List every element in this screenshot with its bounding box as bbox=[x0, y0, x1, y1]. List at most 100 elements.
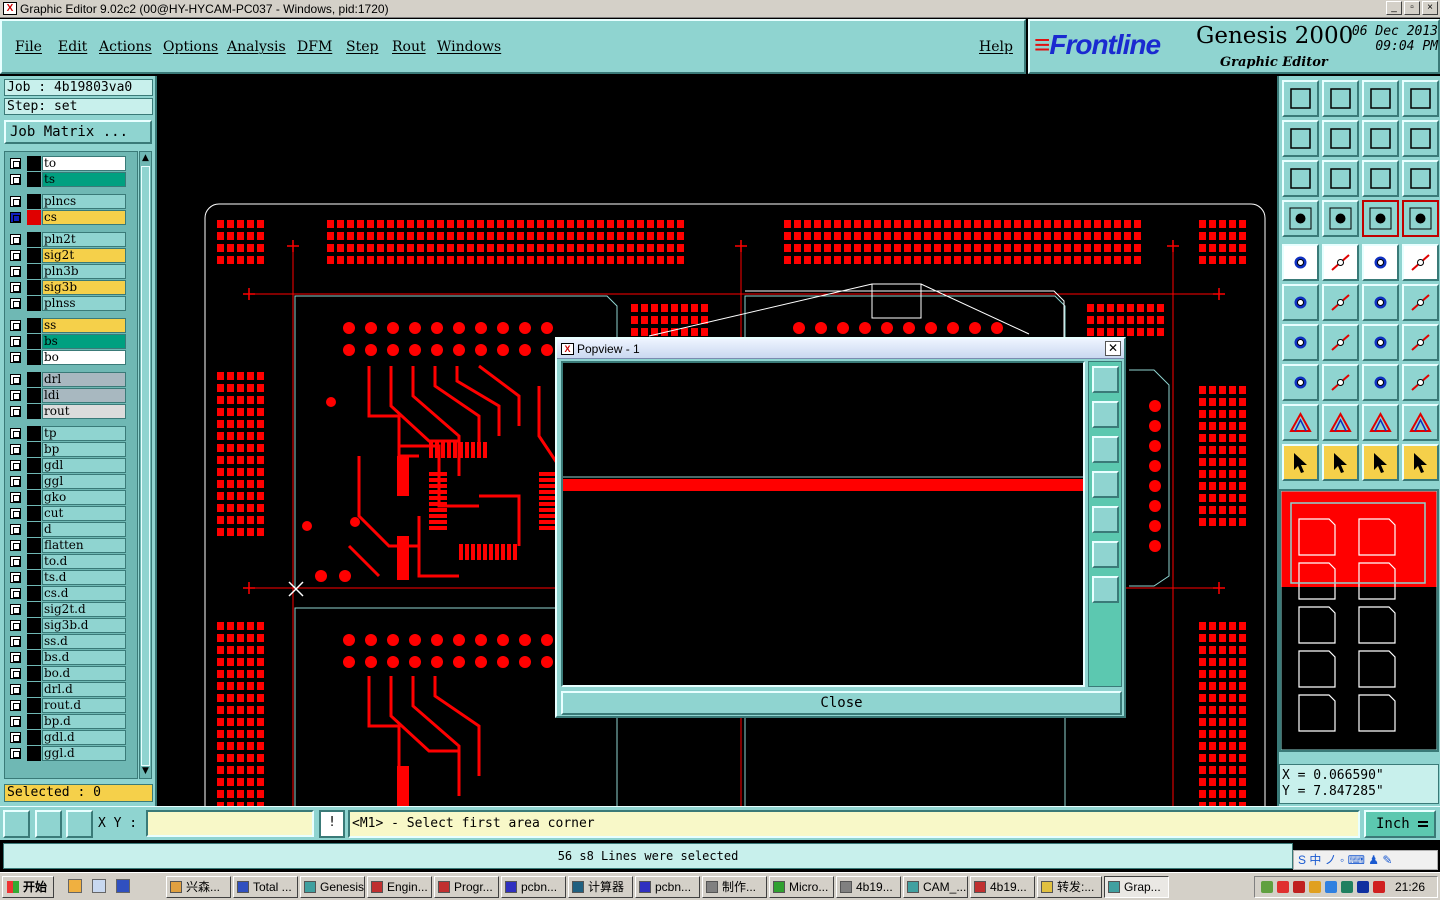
zoom-fit-icon[interactable] bbox=[1092, 366, 1119, 393]
layer-row[interactable]: sig2t.d bbox=[7, 602, 129, 617]
job-matrix-button[interactable]: Job Matrix ... bbox=[4, 120, 152, 144]
arch-a-2-icon[interactable] bbox=[1402, 404, 1439, 441]
layer-name[interactable]: gdl bbox=[42, 458, 126, 473]
layer-name[interactable]: cs.d bbox=[42, 586, 126, 601]
layer-color-swatch[interactable] bbox=[27, 538, 41, 553]
layer-color-swatch[interactable] bbox=[27, 698, 41, 713]
layer-color-swatch[interactable] bbox=[27, 172, 41, 187]
layer-name[interactable]: ss bbox=[42, 318, 126, 333]
taskbar-item[interactable]: 4b19... bbox=[836, 876, 901, 898]
layer-checkbox[interactable] bbox=[10, 508, 21, 519]
taskbar-item[interactable]: pcbn... bbox=[635, 876, 700, 898]
layer-checkbox[interactable] bbox=[10, 158, 21, 169]
arch-a-icon[interactable] bbox=[1362, 404, 1399, 441]
layer-checkbox[interactable] bbox=[10, 604, 21, 615]
restore-button[interactable]: ▫ bbox=[1404, 1, 1420, 15]
layer-checkbox[interactable] bbox=[10, 716, 21, 727]
angle-icon[interactable] bbox=[1282, 324, 1319, 361]
layer-checkbox[interactable] bbox=[10, 572, 21, 583]
layer-row[interactable]: pln3b bbox=[7, 264, 129, 279]
layer-color-swatch[interactable] bbox=[27, 296, 41, 311]
layer-row[interactable]: ts.d bbox=[7, 570, 129, 585]
menu-actions[interactable]: Actions bbox=[99, 39, 152, 55]
pointer-circle-icon[interactable] bbox=[1362, 444, 1399, 481]
taskbar-item[interactable]: Micro... bbox=[769, 876, 834, 898]
zoom-center-icon[interactable] bbox=[1322, 160, 1359, 197]
move-left-icon[interactable] bbox=[1282, 120, 1319, 157]
layer-row[interactable]: cs bbox=[7, 210, 129, 225]
layer-color-swatch[interactable] bbox=[27, 634, 41, 649]
snake-icon[interactable] bbox=[1402, 120, 1439, 157]
layer-color-swatch[interactable] bbox=[27, 666, 41, 681]
scroll-up-arrow-icon[interactable]: ▲ bbox=[140, 153, 151, 164]
layer-name[interactable]: bp bbox=[42, 442, 126, 457]
layer-checkbox[interactable] bbox=[10, 266, 21, 277]
grid-icon[interactable] bbox=[1322, 200, 1359, 237]
scale-1-2-icon[interactable] bbox=[1362, 160, 1399, 197]
layer-checkbox[interactable] bbox=[10, 476, 21, 487]
measure-icon[interactable] bbox=[35, 810, 62, 838]
layer-row[interactable]: cs.d bbox=[7, 586, 129, 601]
layer-color-swatch[interactable] bbox=[27, 730, 41, 745]
triangle-icon[interactable] bbox=[1282, 404, 1319, 441]
layer-color-swatch[interactable] bbox=[27, 334, 41, 349]
taskbar-item[interactable]: 计算器 bbox=[568, 876, 633, 898]
minimize-button[interactable]: _ bbox=[1386, 1, 1402, 15]
layer-name[interactable]: bo.d bbox=[42, 666, 126, 681]
slash-icon[interactable] bbox=[1322, 324, 1359, 361]
pointer-node-icon[interactable] bbox=[1402, 444, 1439, 481]
line-node-icon[interactable] bbox=[1362, 284, 1399, 321]
layer-checkbox[interactable] bbox=[10, 250, 21, 261]
layer-name[interactable]: plnss bbox=[42, 296, 126, 311]
align-icon[interactable] bbox=[1402, 324, 1439, 361]
layer-color-swatch[interactable] bbox=[27, 426, 41, 441]
layer-row[interactable]: plnss bbox=[7, 296, 129, 311]
layer-color-swatch[interactable] bbox=[27, 280, 41, 295]
taskbar-item[interactable]: 制作... bbox=[702, 876, 767, 898]
layer-name[interactable]: cut bbox=[42, 506, 126, 521]
layer-checkbox[interactable] bbox=[10, 556, 21, 567]
layer-row[interactable]: flatten bbox=[7, 538, 129, 553]
layer-red-icon[interactable] bbox=[1362, 200, 1399, 237]
layer-color-swatch[interactable] bbox=[27, 618, 41, 633]
menu-step[interactable]: Step bbox=[346, 39, 378, 55]
layer-checkbox[interactable] bbox=[10, 444, 21, 455]
layer-name[interactable]: ldi bbox=[42, 388, 126, 403]
layer-checkbox[interactable] bbox=[10, 588, 21, 599]
tray-icon[interactable] bbox=[1309, 881, 1321, 893]
menu-help[interactable]: Help bbox=[979, 39, 1013, 55]
layer-row[interactable]: bp.d bbox=[7, 714, 129, 729]
move-right-icon[interactable] bbox=[1322, 120, 1359, 157]
fit-all-icon[interactable] bbox=[1282, 160, 1319, 197]
layer-checkbox[interactable] bbox=[10, 298, 21, 309]
taskbar-item[interactable]: pcbn... bbox=[501, 876, 566, 898]
layer-name[interactable]: cs bbox=[42, 210, 126, 225]
layer-row[interactable]: bo.d bbox=[7, 666, 129, 681]
layer-row[interactable]: to bbox=[7, 156, 129, 171]
grid-icon[interactable] bbox=[66, 810, 93, 838]
layer-color-swatch[interactable] bbox=[27, 682, 41, 697]
layer-checkbox[interactable] bbox=[10, 748, 21, 759]
layer-row[interactable]: gko bbox=[7, 490, 129, 505]
layer-row[interactable]: to.d bbox=[7, 554, 129, 569]
layer-row[interactable]: cut bbox=[7, 506, 129, 521]
tray-icon[interactable] bbox=[1341, 881, 1353, 893]
layer-color-swatch[interactable] bbox=[27, 156, 41, 171]
layer-name[interactable]: bs bbox=[42, 334, 126, 349]
layer-name[interactable]: bs.d bbox=[42, 650, 126, 665]
quicklaunch-icon[interactable] bbox=[68, 879, 82, 893]
help-icon[interactable] bbox=[1402, 160, 1439, 197]
layer-checkbox[interactable] bbox=[10, 320, 21, 331]
menu-windows[interactable]: Windows bbox=[437, 39, 501, 55]
layer-checkbox[interactable] bbox=[10, 336, 21, 347]
zoom-in-icon[interactable] bbox=[1092, 541, 1119, 568]
layer-color-swatch[interactable] bbox=[27, 442, 41, 457]
menu-options[interactable]: Options bbox=[163, 39, 218, 55]
tray-icon[interactable] bbox=[1325, 881, 1337, 893]
scroll-thumb[interactable] bbox=[141, 166, 150, 766]
menu-file[interactable]: File bbox=[15, 39, 42, 55]
layer-checkbox[interactable] bbox=[10, 282, 21, 293]
layer-color-swatch[interactable] bbox=[27, 714, 41, 729]
layer-row[interactable]: ss bbox=[7, 318, 129, 333]
layer-checkbox[interactable] bbox=[10, 390, 21, 401]
